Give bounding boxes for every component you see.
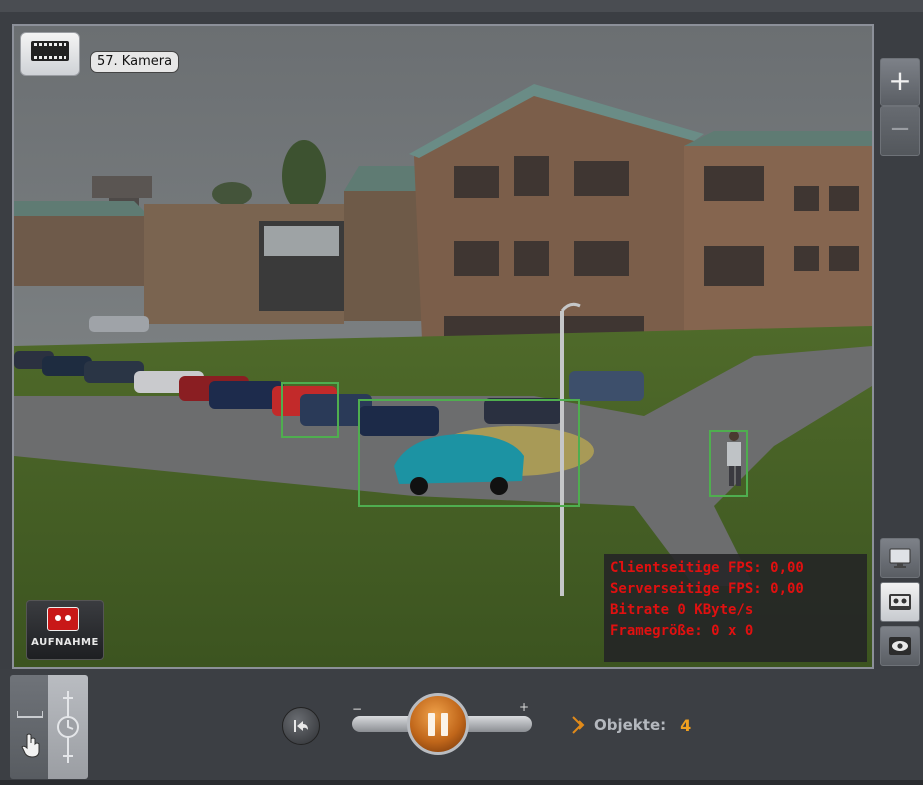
zoom-out-icon: −	[889, 114, 911, 144]
camera-video-view[interactable]: 57. Kamera Clientseitige FPS: 0,00 Serve…	[12, 24, 874, 669]
objects-label: Objekte:	[594, 716, 667, 734]
pause-button[interactable]	[407, 693, 469, 755]
stream-stats-overlay: Clientseitige FPS: 0,00 Serverseitige FP…	[604, 554, 867, 662]
camera-name-label: 57. Kamera	[90, 51, 180, 73]
record-button-label: AUFNAHME	[31, 637, 99, 648]
tape-icon	[889, 594, 911, 610]
monitor-icon	[889, 548, 911, 568]
camera-film-button[interactable]	[20, 32, 80, 76]
timeline-icon	[17, 711, 43, 718]
step-back-button[interactable]	[282, 707, 320, 745]
bitrate-text: Bitrate 0 KByte/s	[610, 602, 754, 618]
live-view-button[interactable]	[880, 538, 920, 578]
speed-plus-label: +	[519, 700, 530, 714]
frame-size-text: Framegröße: 0 x 0	[610, 623, 754, 639]
server-fps-text: Serverseitige FPS: 0,00	[610, 581, 804, 597]
archive-view-button[interactable]	[880, 582, 920, 622]
window-top-border	[0, 0, 923, 12]
objects-count: 4	[680, 715, 692, 735]
record-icon	[47, 607, 79, 631]
speed-minus-label: −	[352, 702, 363, 716]
hand-icon	[21, 733, 40, 758]
back-icon	[294, 720, 308, 732]
objects-icon	[572, 716, 585, 734]
objects-counter: Objekte: 4	[570, 714, 691, 736]
client-fps-text: Clientseitige FPS: 0,00	[610, 560, 804, 576]
eye-icon	[889, 637, 911, 655]
timeline-tab-hand[interactable]	[10, 675, 50, 779]
bottom-border	[0, 780, 923, 785]
analytics-view-button[interactable]	[880, 626, 920, 666]
zoom-out-button[interactable]: −	[880, 106, 920, 156]
clock-icon	[57, 691, 79, 763]
timeline-tab-clock[interactable]	[48, 675, 88, 779]
zoom-in-button[interactable]: +	[880, 58, 920, 106]
zoom-in-icon: +	[888, 64, 912, 97]
record-button[interactable]: AUFNAHME	[26, 600, 104, 660]
film-icon	[31, 41, 69, 61]
